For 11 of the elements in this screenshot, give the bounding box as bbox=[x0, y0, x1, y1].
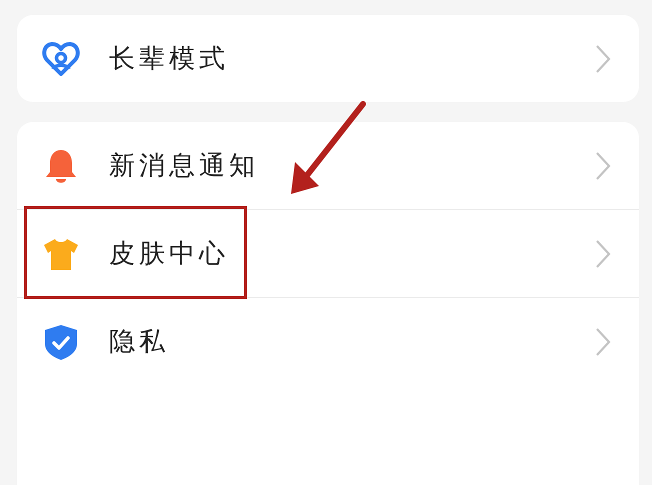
settings-row[interactable]: 隐私 bbox=[17, 298, 639, 385]
settings-row[interactable]: 皮肤中心 bbox=[17, 210, 639, 298]
chevron-icon bbox=[595, 326, 611, 356]
row-label: 新消息通知 bbox=[109, 150, 259, 183]
settings-row[interactable]: 长辈模式 bbox=[17, 15, 639, 102]
row-label: 隐私 bbox=[109, 326, 169, 359]
row-label: 长辈模式 bbox=[109, 43, 229, 76]
row-label: 皮肤中心 bbox=[109, 238, 229, 271]
chevron-icon bbox=[595, 44, 611, 74]
chevron-icon bbox=[595, 238, 611, 268]
chevron-icon bbox=[595, 150, 611, 180]
